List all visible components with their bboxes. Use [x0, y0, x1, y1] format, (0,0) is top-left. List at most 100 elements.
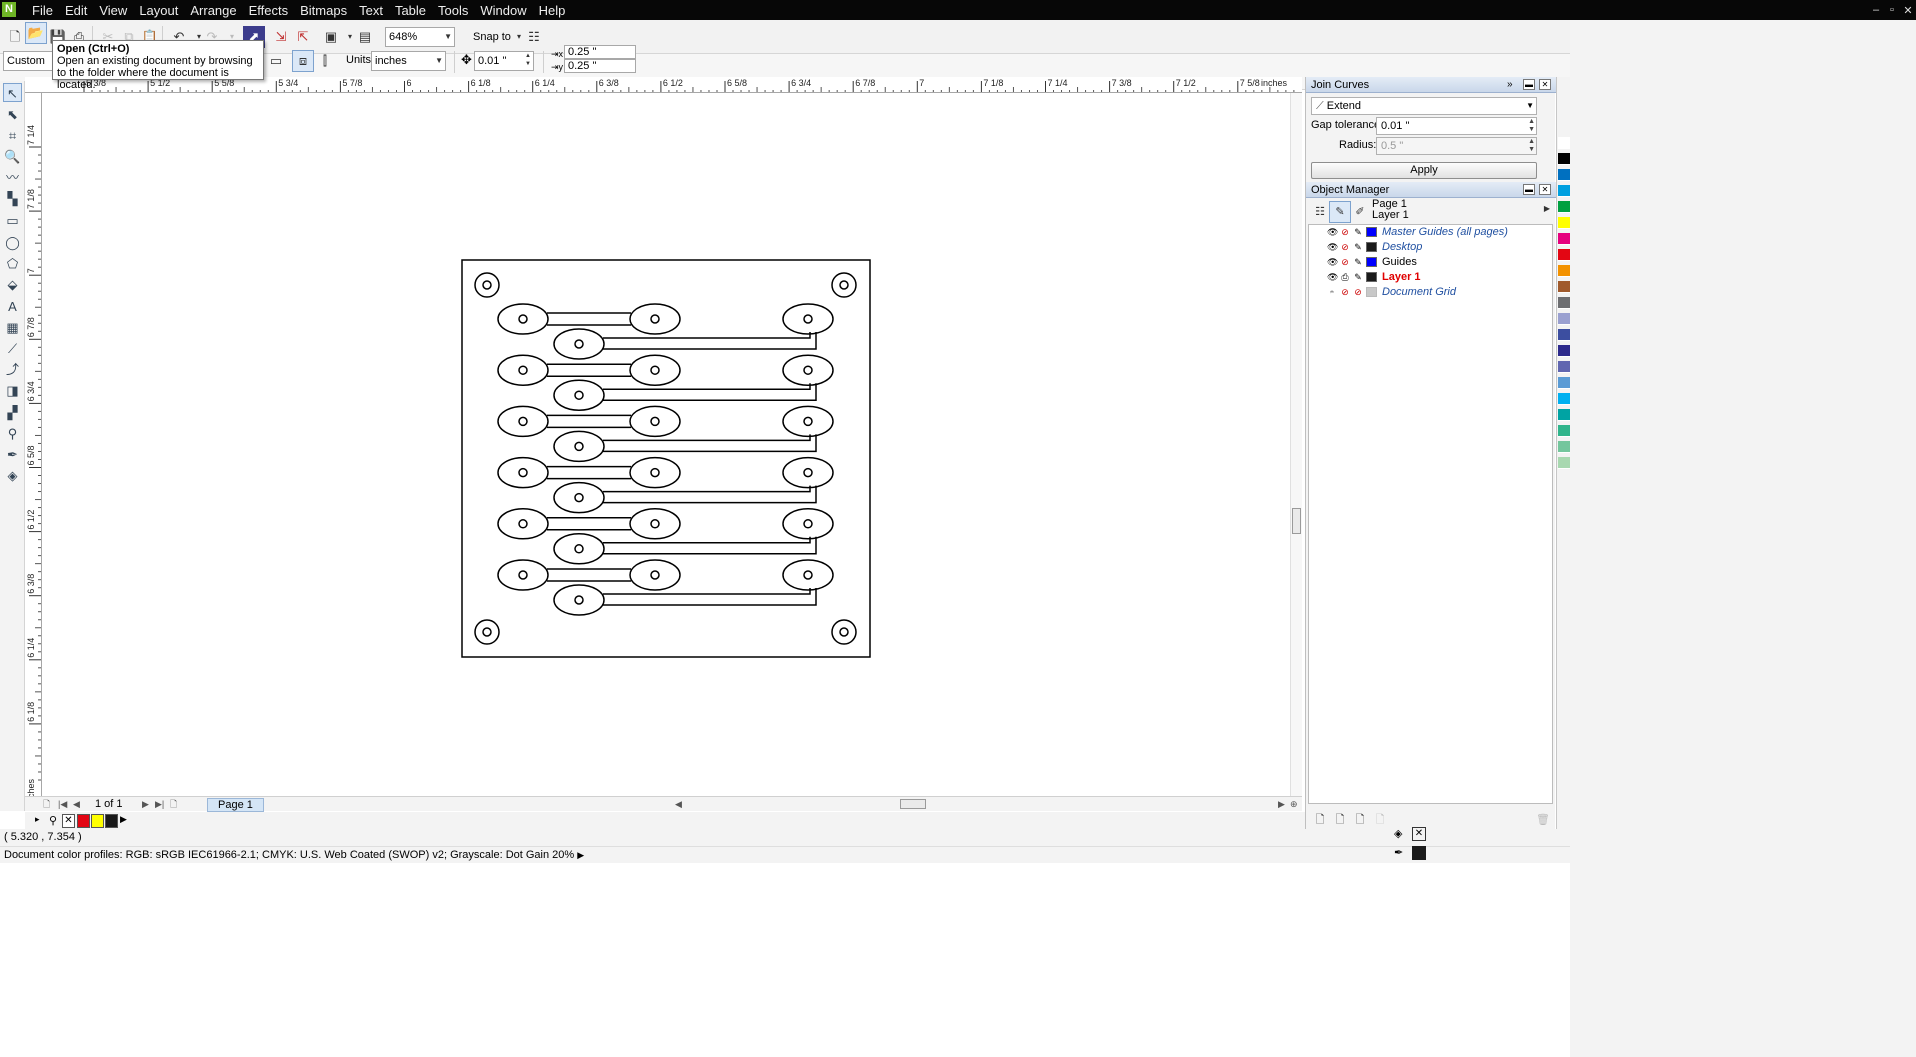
- pad[interactable]: [497, 456, 549, 489]
- palette-swatch[interactable]: [1558, 425, 1570, 437]
- palette-menu-icon[interactable]: ▸: [35, 814, 40, 825]
- pad-hole[interactable]: [518, 365, 528, 375]
- pencil-icon[interactable]: ✎: [1353, 227, 1363, 237]
- pad[interactable]: [629, 508, 681, 540]
- pad[interactable]: [553, 379, 605, 411]
- vertical-scroll-thumb[interactable]: [1292, 508, 1301, 534]
- mounting-hole[interactable]: [482, 280, 492, 290]
- restore-icon[interactable]: ▫: [1884, 4, 1900, 16]
- no-print-icon[interactable]: ⊘: [1340, 287, 1350, 297]
- eye-icon[interactable]: 👁: [1327, 227, 1338, 237]
- pad[interactable]: [553, 328, 605, 360]
- palette-swatch[interactable]: [1558, 393, 1570, 405]
- palette-swatch[interactable]: [1558, 249, 1570, 261]
- trace-long[interactable]: [603, 383, 817, 401]
- layer-color-swatch[interactable]: [1366, 257, 1377, 267]
- pad[interactable]: [782, 456, 834, 489]
- menu-file[interactable]: File: [26, 3, 59, 18]
- pad-hole[interactable]: [574, 390, 584, 400]
- menu-tools[interactable]: Tools: [432, 3, 474, 18]
- pad[interactable]: [497, 405, 549, 438]
- pad[interactable]: [553, 430, 605, 463]
- pencil-icon[interactable]: ✎: [1353, 272, 1363, 282]
- palette-swatch[interactable]: [1558, 345, 1570, 357]
- drawing-canvas[interactable]: [42, 93, 1290, 797]
- crop-tool-icon[interactable]: ⌗: [3, 126, 22, 145]
- mounting-hole[interactable]: [839, 280, 849, 290]
- no-print-icon[interactable]: ⊘: [1340, 227, 1350, 237]
- duplicate-y-field[interactable]: 0.25 ": [564, 59, 636, 73]
- text-tool-icon[interactable]: A: [3, 297, 22, 316]
- pad-hole[interactable]: [650, 416, 660, 427]
- layer-row-guides[interactable]: 👁 ⊘ ✎ Guides: [1309, 255, 1554, 270]
- palette-scroll-icon[interactable]: ▶: [120, 814, 127, 825]
- pad[interactable]: [782, 354, 834, 386]
- previous-page-icon[interactable]: ◀: [73, 797, 80, 811]
- pad[interactable]: [629, 456, 681, 489]
- pad-hole[interactable]: [803, 467, 813, 478]
- first-page-icon[interactable]: |◀: [58, 797, 67, 811]
- portrait-icon[interactable]: ▭: [265, 50, 287, 72]
- menu-window[interactable]: Window: [474, 3, 532, 18]
- options-icon[interactable]: ☷: [523, 26, 545, 48]
- pad-hole[interactable]: [574, 544, 584, 554]
- spinner-icon[interactable]: ▲ ▼: [525, 52, 531, 68]
- snap-to-button[interactable]: Snap to: [473, 27, 511, 47]
- menu-bitmaps[interactable]: Bitmaps: [294, 3, 353, 18]
- zoom-tool-icon[interactable]: 🔍: [3, 147, 22, 166]
- trace-short[interactable]: [547, 568, 631, 582]
- import-icon[interactable]: ⇲: [270, 26, 292, 48]
- pad-hole[interactable]: [650, 365, 660, 375]
- open-document-icon[interactable]: 📂: [25, 22, 47, 44]
- pad-hole[interactable]: [518, 314, 528, 324]
- pad-hole[interactable]: [574, 441, 584, 452]
- palette-swatch[interactable]: [1558, 441, 1570, 453]
- palette-swatch[interactable]: [1558, 169, 1570, 181]
- pad[interactable]: [497, 303, 549, 335]
- join-mode-select[interactable]: ⟋ Extend ▼: [1311, 97, 1537, 115]
- add-page-after-icon[interactable]: 🗋: [170, 797, 177, 811]
- doc-palette-swatch[interactable]: [91, 814, 104, 828]
- current-page-icon[interactable]: ⫿: [314, 50, 336, 72]
- pad-hole[interactable]: [803, 416, 813, 427]
- pad-hole[interactable]: [803, 570, 813, 580]
- palette-swatch[interactable]: [1558, 233, 1570, 245]
- pad[interactable]: [497, 559, 549, 591]
- palette-swatch[interactable]: [1558, 329, 1570, 341]
- trace-short[interactable]: [547, 517, 631, 531]
- new-master-layer-even-icon[interactable]: 🗋: [1369, 809, 1391, 831]
- pad[interactable]: [629, 303, 681, 335]
- expand-docker-icon[interactable]: »: [1507, 77, 1513, 93]
- mounting-hole-ring[interactable]: [474, 272, 500, 298]
- blend-tool-icon[interactable]: ◨: [3, 381, 22, 400]
- next-page-icon[interactable]: ▶: [142, 797, 149, 811]
- mounting-hole[interactable]: [839, 627, 849, 637]
- pencil-icon[interactable]: ✎: [1353, 257, 1363, 267]
- printer-icon[interactable]: ⎙: [1340, 272, 1350, 282]
- pad[interactable]: [497, 508, 549, 540]
- layer-row-document-grid[interactable]: ◓ ⊘ ⊘ Document Grid: [1309, 285, 1554, 300]
- shape-tool-icon[interactable]: ⬉: [3, 105, 22, 124]
- page-tab-1[interactable]: Page 1: [207, 798, 264, 812]
- new-master-layer-icon[interactable]: 🗋: [1329, 809, 1351, 831]
- rectangle-tool-icon[interactable]: ▭: [3, 211, 22, 230]
- pad-hole[interactable]: [650, 570, 660, 580]
- edit-across-layers-icon[interactable]: ✎: [1329, 201, 1351, 223]
- close-docker-icon[interactable]: ✕: [1539, 79, 1551, 90]
- pad-hole[interactable]: [518, 467, 528, 478]
- layer-row-layer-1[interactable]: 👁 ⎙ ✎ Layer 1: [1309, 270, 1554, 285]
- eye-icon[interactable]: 👁: [1327, 242, 1338, 252]
- scroll-right-icon[interactable]: ▶: [1278, 797, 1285, 811]
- trace-long[interactable]: [603, 485, 817, 504]
- no-print-icon[interactable]: ⊘: [1340, 257, 1350, 267]
- pick-tool-icon[interactable]: ↖: [3, 83, 22, 102]
- menu-view[interactable]: View: [93, 3, 133, 18]
- trace-long[interactable]: [603, 536, 817, 555]
- transparency-tool-icon[interactable]: ▞: [3, 403, 22, 422]
- menu-edit[interactable]: Edit: [59, 3, 93, 18]
- palette-swatch[interactable]: [1558, 217, 1570, 229]
- pad-hole[interactable]: [574, 339, 584, 349]
- pad[interactable]: [782, 303, 834, 335]
- pad[interactable]: [497, 354, 549, 386]
- delete-icon[interactable]: 🗑: [1532, 809, 1554, 831]
